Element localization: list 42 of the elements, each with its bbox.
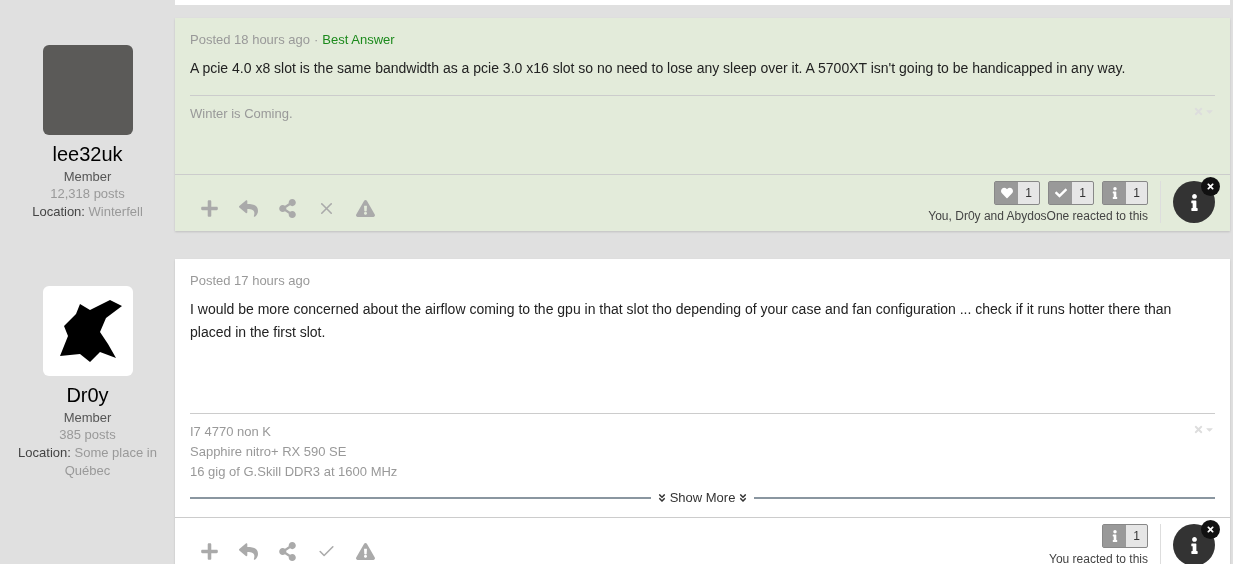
username[interactable]: lee32uk — [52, 143, 123, 166]
close-icon[interactable] — [1201, 177, 1220, 196]
username[interactable]: Dr0y — [66, 384, 109, 407]
post-date: Posted 17 hours ago — [190, 273, 310, 288]
warning-icon[interactable] — [356, 541, 375, 561]
plus-icon[interactable] — [200, 541, 219, 561]
reaction-summary: You, Dr0y and AbydosOne reacted to this — [928, 209, 1148, 223]
post-count: 12,318 posts — [50, 186, 125, 201]
close-icon[interactable] — [1201, 520, 1220, 539]
signature-line: Sapphire nitro+ RX 590 SE — [190, 443, 347, 461]
post-count: 385 posts — [59, 427, 116, 442]
member-rank: Member — [63, 410, 112, 425]
signature-line: I7 4770 non K — [190, 423, 271, 441]
share-icon[interactable] — [278, 541, 297, 561]
post-text: A pcie 4.0 x8 slot is the same bandwidth as a pcie 3.0 x16 slot so no need to lose any sleep over it. A 5700XT isn't going to be handicapped in any way. — [190, 59, 1127, 78]
info-fab-button[interactable] — [1173, 181, 1215, 223]
location: Location: Winterfell — [31, 203, 144, 221]
post-text: I would be more concerned about the airflow coming to the gpu in that slot tho depending of your case and fan configuration ... check if it runs hotter there than placed in the first slot. — [190, 300, 1173, 342]
post-date: Posted 18 hours ago — [190, 32, 310, 47]
info-fab-button[interactable] — [1173, 524, 1215, 564]
signature-controls-icon[interactable] — [1193, 424, 1215, 435]
warning-icon[interactable] — [356, 198, 375, 218]
reaction-button[interactable]: 1 — [1048, 181, 1094, 205]
location: Location: Some place in Québec — [17, 444, 158, 480]
reaction-button[interactable]: 1 — [994, 181, 1040, 205]
reaction-summary: You reacted to this — [1049, 552, 1148, 564]
best-answer-label: Best Answer — [322, 32, 395, 47]
share-icon[interactable] — [278, 198, 297, 218]
heart-icon — [1000, 187, 1013, 199]
plus-icon[interactable] — [200, 198, 219, 218]
show-more-link[interactable]: Show More — [656, 490, 749, 505]
double-chevron-icon — [738, 492, 749, 503]
separator: · — [314, 32, 319, 47]
signature-line: 16 gig of G.Skill DDR3 at 1600 MHz — [190, 463, 398, 481]
reaction-button[interactable]: 1 — [1102, 181, 1148, 205]
signature-line: Winter is Coming. — [190, 105, 293, 123]
reply-icon[interactable] — [239, 198, 258, 218]
member-rank: Member — [63, 169, 112, 184]
reaction-button[interactable]: 1 — [1102, 524, 1148, 548]
reply-icon[interactable] — [239, 541, 258, 561]
checkmark-icon — [1054, 187, 1067, 199]
double-chevron-icon — [656, 492, 667, 503]
